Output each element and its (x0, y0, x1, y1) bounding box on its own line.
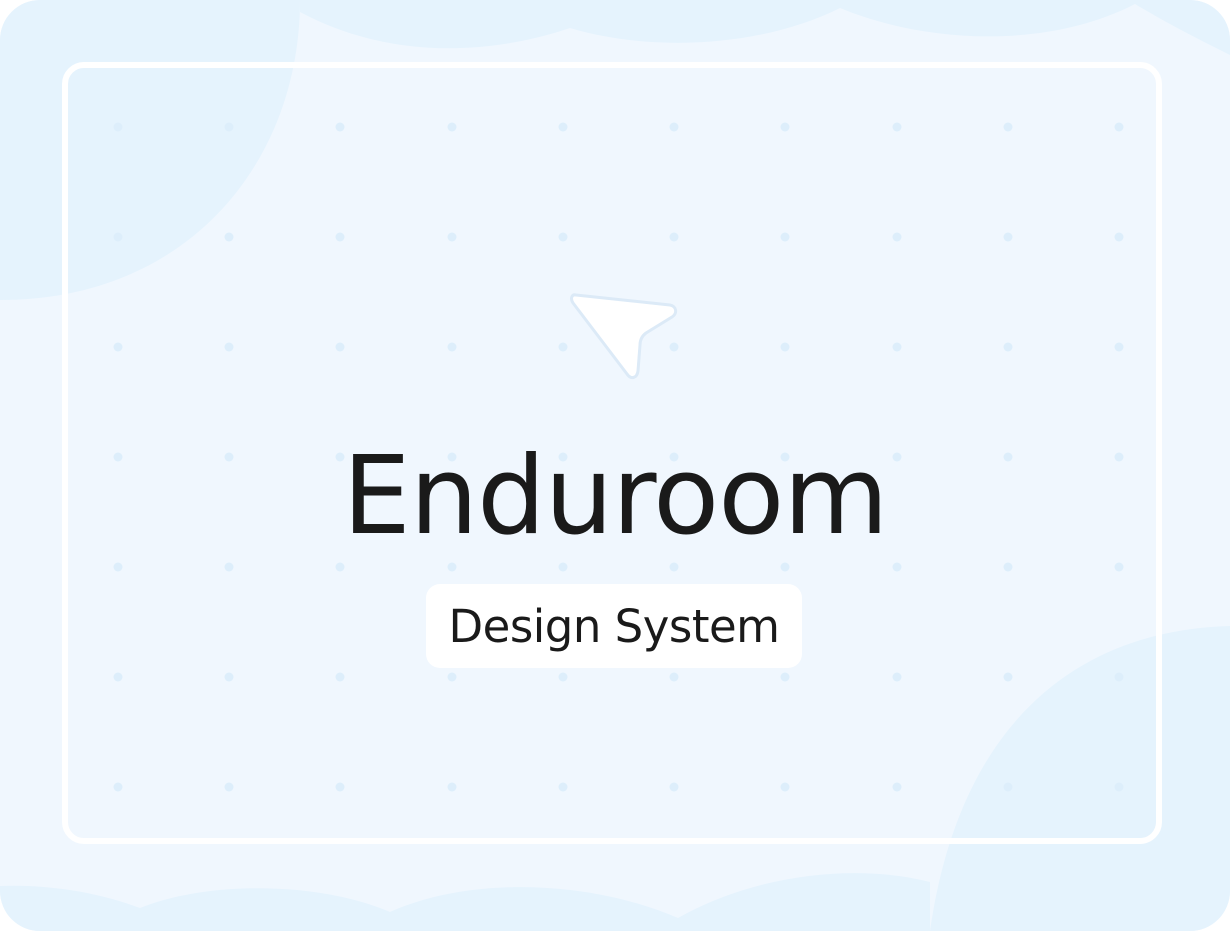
brand-title: Enduroom (342, 434, 888, 559)
cursor-arrow-icon (570, 293, 678, 380)
brand-subtitle: Design System (448, 599, 780, 653)
subtitle-badge: Design System (426, 584, 802, 668)
cover-card: Enduroom Design System (0, 0, 1230, 931)
